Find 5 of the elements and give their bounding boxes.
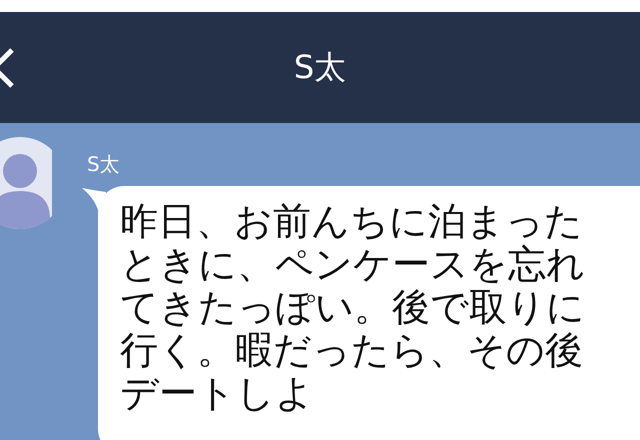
back-icon[interactable]	[0, 48, 14, 88]
sender-name: S太	[87, 151, 121, 178]
message-text: 昨日、お前んちに泊まったときに、ペンケースを忘れてきたっぽい。後で取りに行く。暇だったら、その後デートしよ	[120, 200, 586, 415]
chat-title: S太	[294, 46, 346, 88]
avatar-icon	[0, 135, 52, 231]
